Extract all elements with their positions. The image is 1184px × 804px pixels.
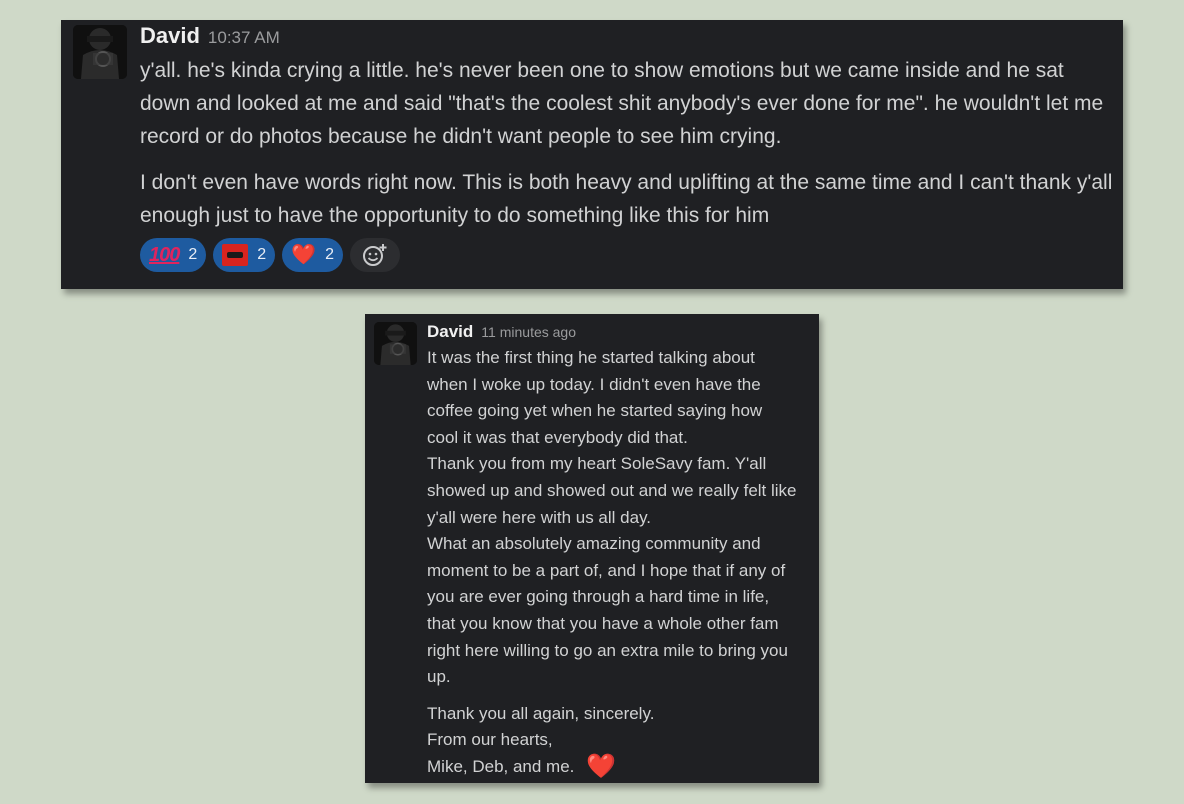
reaction-custom-logo[interactable]: 2 — [213, 238, 276, 272]
message-paragraph: y'all. he's kinda crying a little. he's … — [140, 59, 1104, 148]
message-paragraph: I don't even have words right now. This … — [140, 171, 1113, 227]
reaction-heart[interactable]: ❤️ 2 — [282, 238, 343, 272]
message-line: showed up and showed out and we really f… — [427, 480, 797, 500]
message-line: up. — [427, 667, 451, 687]
add-reaction-button[interactable] — [350, 238, 400, 272]
timestamp[interactable]: 10:37 AM — [208, 28, 280, 47]
message-body: y'all. he's kinda crying a little. he's … — [140, 54, 1115, 245]
message-header: David 11 minutes ago — [427, 322, 576, 342]
message-line: moment to be a part of, and I hope that … — [427, 560, 786, 580]
author-name[interactable]: David — [140, 23, 200, 48]
heart-icon: ❤️ — [586, 753, 617, 781]
avatar-image — [374, 322, 417, 365]
message-line: What an absolutely amazing community and — [427, 534, 761, 554]
message-line: that you know that you have a whole othe… — [427, 613, 779, 633]
closing-line: From our hearts, — [427, 730, 553, 750]
closing-line: Thank you all again, sincerely. — [427, 703, 655, 723]
add-emoji-icon — [363, 244, 387, 266]
message-line: Thank you from my heart SoleSavy fam. Y'… — [427, 454, 767, 474]
timestamp[interactable]: 11 minutes ago — [481, 324, 576, 340]
message-line: y'all were here with us all day. — [427, 507, 652, 527]
reaction-100[interactable]: 100 2 — [140, 238, 207, 272]
message-body: It was the first thing he started talkin… — [427, 345, 819, 781]
message-line: you are ever going through a hard time i… — [427, 587, 770, 607]
avatar[interactable] — [374, 322, 417, 365]
message-line: when I woke up today. I didn't even have… — [427, 374, 761, 394]
message-card-2: David 11 minutes ago It was the first thi… — [365, 314, 819, 783]
custom-logo-icon — [222, 244, 249, 266]
heart-icon: ❤️ — [291, 244, 317, 266]
message-line: right here willing to go an extra mile t… — [427, 640, 788, 660]
message-line: coffee going yet when he started saying … — [427, 401, 763, 421]
avatar-image — [73, 25, 127, 79]
message-card-1: David 10:37 AM y'all. he's kinda crying a… — [61, 20, 1123, 289]
closing-signature: Mike, Deb, and me. ❤️ — [427, 753, 819, 781]
avatar[interactable] — [73, 25, 127, 79]
reaction-count: 2 — [257, 246, 267, 263]
reaction-count: 2 — [188, 246, 198, 263]
hundred-points-icon: 100 — [149, 244, 180, 266]
message-line: cool it was that everybody did that. — [427, 427, 688, 447]
author-name[interactable]: David — [427, 322, 473, 341]
reactions-bar: 100 2 2 ❤️ 2 — [140, 238, 400, 272]
message-header: David 10:37 AM — [140, 23, 280, 49]
message-line: It was the first thing he started talkin… — [427, 348, 755, 367]
reaction-count: 2 — [325, 246, 334, 263]
closing-line: Mike, Deb, and me. — [427, 756, 575, 776]
